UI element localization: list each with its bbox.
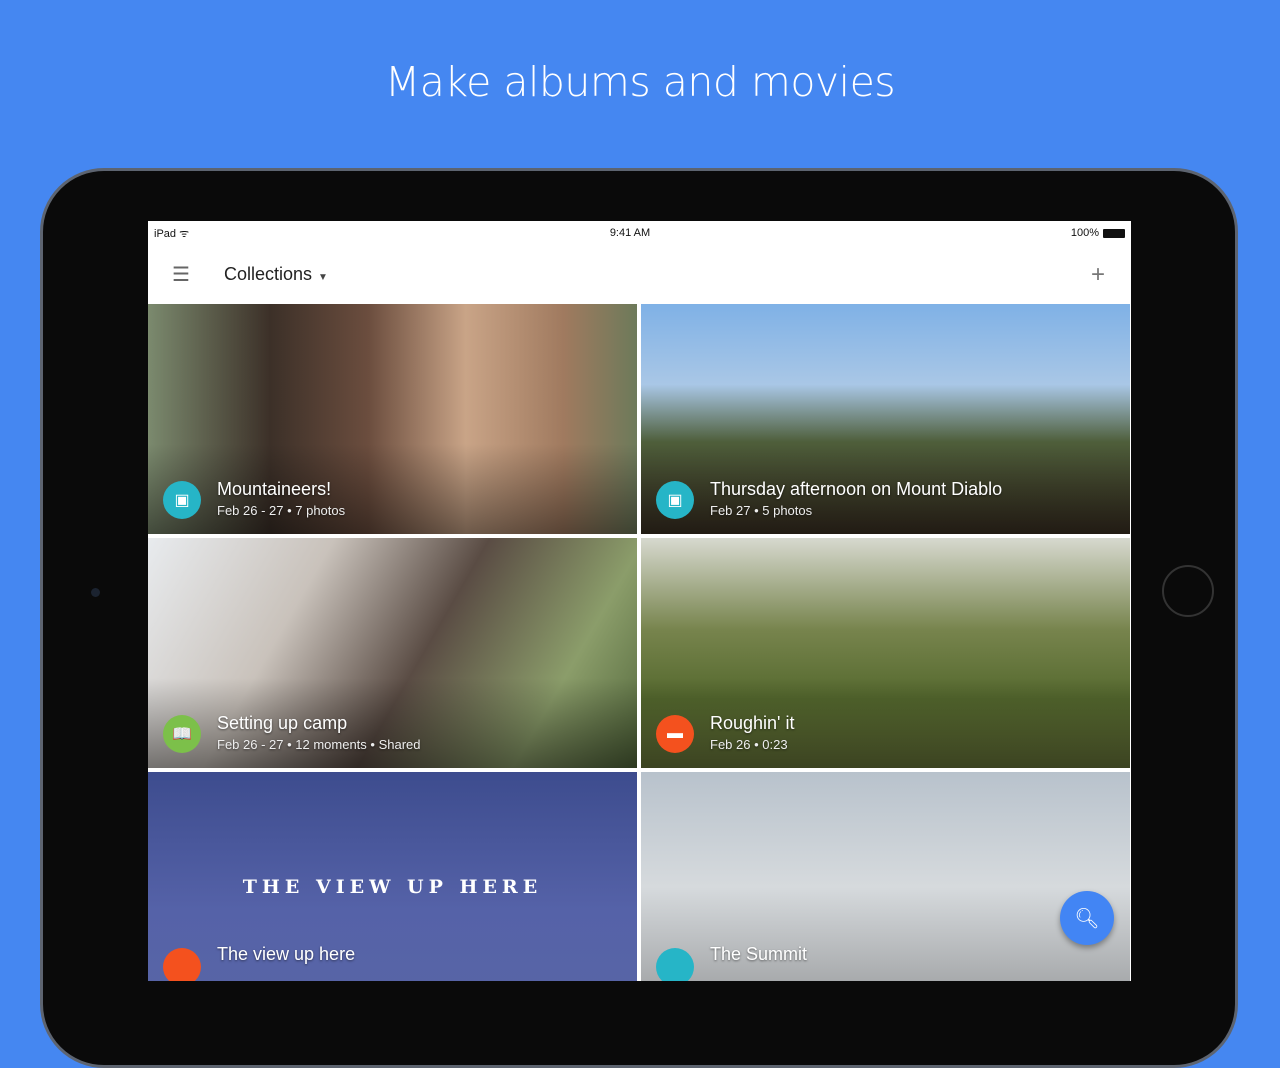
- wifi-icon: ᯤ: [179, 227, 190, 240]
- collection-card[interactable]: THE VIEW UP HERE The view up here: [148, 772, 637, 981]
- search-button[interactable]: 🔍︎: [1060, 891, 1114, 945]
- collection-card[interactable]: ▣ Thursday afternoon on Mount Diablo Feb…: [641, 304, 1130, 534]
- collection-meta: Feb 26 - 27 • 12 moments • Shared: [217, 737, 421, 752]
- page-title: Collections: [224, 264, 313, 284]
- add-icon[interactable]: +: [1091, 261, 1105, 289]
- clock: 9:41 AM: [609, 227, 651, 239]
- tablet-screen: iPad ᯤ 9:41 AM 100% ☰ Collections ▼ + ▣ M…: [148, 221, 1131, 981]
- collection-meta: Feb 27 • 5 photos: [710, 503, 813, 518]
- collection-name: Setting up camp: [217, 713, 348, 733]
- headline: Make albums and movies: [384, 58, 896, 106]
- battery-icon: [1102, 228, 1125, 238]
- movie-icon: [163, 948, 201, 981]
- collection-meta: Feb 26 • 0:23: [710, 737, 788, 752]
- collection-name: Mountaineers!: [217, 479, 332, 499]
- collection-card[interactable]: ▬ Roughin' it Feb 26 • 0:23: [641, 538, 1130, 768]
- album-icon: ▣: [163, 481, 201, 519]
- collection-name: The view up here: [217, 944, 356, 964]
- device-label: iPad ᯤ: [154, 227, 190, 240]
- album-icon: [656, 948, 694, 981]
- collection-card[interactable]: The Summit: [641, 772, 1130, 981]
- search-icon: 🔍︎: [1074, 907, 1100, 930]
- menu-icon[interactable]: ☰: [172, 262, 200, 287]
- chevron-down-icon: ▼: [318, 272, 328, 283]
- album-icon: ▣: [656, 481, 694, 519]
- collections-grid: ▣ Mountaineers! Feb 26 - 27 • 7 photos ▣…: [148, 304, 1131, 981]
- story-icon: 📖: [163, 715, 201, 753]
- camera-icon: [91, 588, 100, 597]
- collection-name: The Summit: [710, 944, 808, 964]
- collection-meta: Feb 26 - 27 • 7 photos: [217, 503, 346, 518]
- home-button[interactable]: [1162, 565, 1214, 617]
- movie-icon: ▬: [656, 715, 694, 753]
- movie-title-overlay: THE VIEW UP HERE: [242, 876, 543, 898]
- battery-status: 100%: [1071, 227, 1125, 239]
- collection-name: Thursday afternoon on Mount Diablo: [710, 479, 1003, 499]
- collection-name: Roughin' it: [710, 713, 795, 733]
- collection-card[interactable]: ▣ Mountaineers! Feb 26 - 27 • 7 photos: [148, 304, 637, 534]
- collection-card[interactable]: 📖 Setting up camp Feb 26 - 27 • 12 momen…: [148, 538, 637, 768]
- collections-dropdown[interactable]: Collections ▼: [224, 264, 328, 285]
- app-bar: ☰ Collections ▼ +: [148, 245, 1131, 304]
- status-bar: iPad ᯤ 9:41 AM 100%: [148, 221, 1131, 245]
